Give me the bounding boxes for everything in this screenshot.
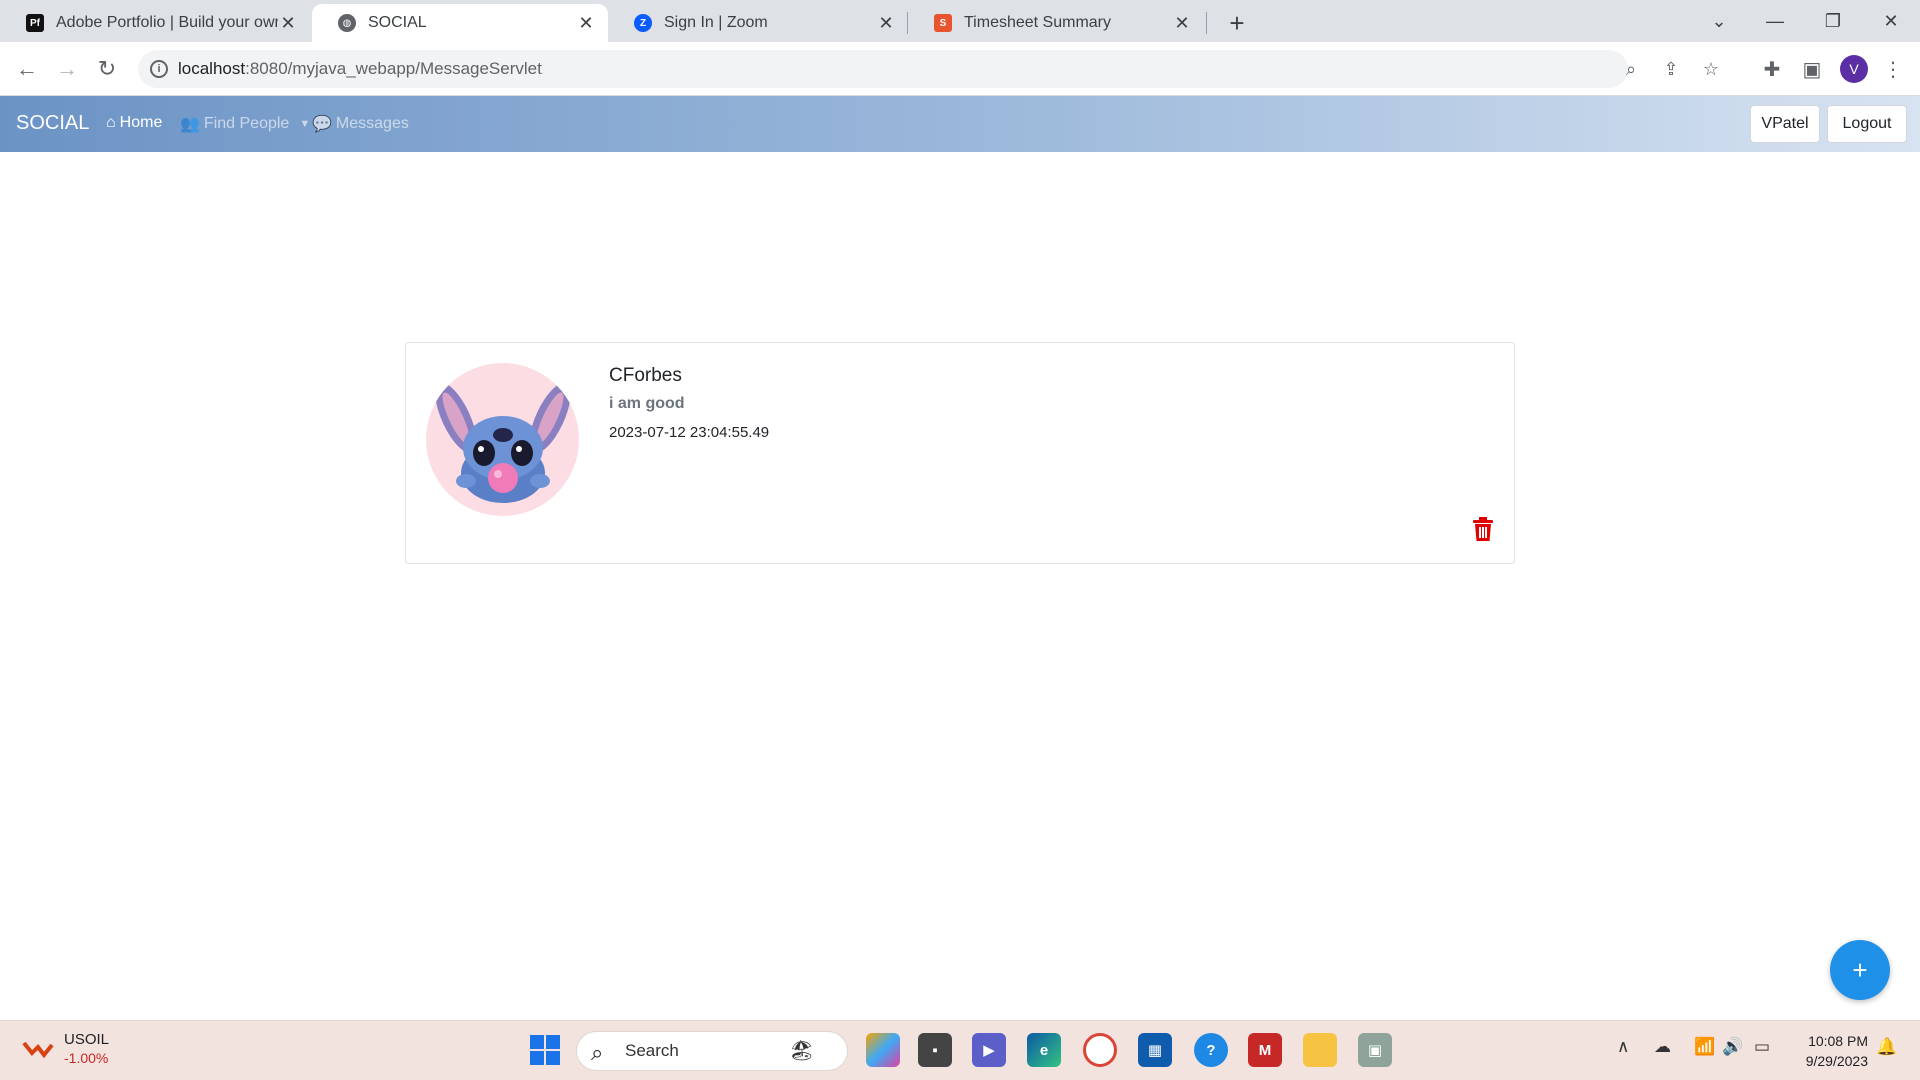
forward-icon[interactable]: → <box>52 54 82 84</box>
side-panel-icon[interactable]: ▣ <box>1797 54 1827 84</box>
url-path: :8080/myjava_webapp/MessageServlet <box>245 59 542 78</box>
mcafee-icon[interactable]: M <box>1248 1033 1282 1067</box>
add-message-button[interactable]: + <box>1830 940 1890 1000</box>
user-button[interactable]: VPatel <box>1750 105 1820 143</box>
microsoft-store-icon[interactable]: ▦ <box>1138 1033 1172 1067</box>
minimize-icon[interactable]: — <box>1750 0 1800 42</box>
back-icon[interactable]: ← <box>12 54 42 84</box>
zoom-favicon-icon: Z <box>634 14 652 32</box>
clock-date: 9/29/2023 <box>1805 1053 1868 1069</box>
url-host: localhost <box>178 59 246 78</box>
nav-find-people-label: Find People <box>203 115 290 132</box>
site-info-icon[interactable]: i <box>150 60 168 78</box>
close-window-icon[interactable]: ✕ <box>1866 0 1916 42</box>
nav-messages-label: Messages <box>335 115 409 132</box>
share-icon[interactable]: ⇪ <box>1660 58 1682 80</box>
timesheet-favicon-icon: S <box>934 14 952 32</box>
stock-widget[interactable]: USOIL -1.00% <box>22 1031 109 1067</box>
tab-title: SOCIAL <box>368 14 427 31</box>
chrome-icon[interactable] <box>1083 1033 1117 1067</box>
tab-separator <box>1206 12 1207 34</box>
close-tab-icon[interactable]: ✕ <box>876 13 896 33</box>
trash-icon[interactable] <box>1472 517 1494 541</box>
nav-messages[interactable]: 💬 Messages <box>312 114 409 134</box>
search-icon: ⌕ <box>591 1040 604 1065</box>
comments-icon: 💬 <box>312 116 332 133</box>
windows-start-icon[interactable] <box>528 1033 562 1067</box>
onedrive-cloud-icon[interactable]: ☁ <box>1654 1037 1671 1057</box>
browser-toolbar: ← → ↻ i localhost:8080/myjava_webapp/Mes… <box>0 42 1920 96</box>
tab-title: Sign In | Zoom <box>664 14 768 31</box>
taskbar-search-placeholder: Search <box>625 1041 679 1060</box>
nav-home-label: Home <box>119 114 163 131</box>
nav-find-people-dropdown[interactable]: 👥 Find People ▼ <box>180 114 310 134</box>
close-tab-icon[interactable]: ✕ <box>278 13 298 33</box>
caret-down-icon: ▼ <box>299 118 311 130</box>
adobe-portfolio-favicon-icon: Pf <box>26 14 44 32</box>
wifi-icon[interactable]: 📶 <box>1694 1037 1715 1057</box>
tab-adobe-portfolio[interactable]: Pf Adobe Portfolio | Build your own ✕ <box>0 4 310 42</box>
volume-icon[interactable]: 🔊 <box>1722 1037 1743 1057</box>
zoom-icon[interactable]: ⌕ <box>1620 58 1642 80</box>
ticker-symbol: USOIL <box>64 1031 110 1048</box>
notification-bell-icon[interactable]: 🔔 <box>1876 1037 1897 1057</box>
edge-icon[interactable]: e <box>1027 1033 1061 1067</box>
tab-search-chevron-icon[interactable]: ⌄ <box>1694 0 1744 42</box>
message-text: i am good <box>609 395 685 412</box>
windows-taskbar: USOIL -1.00% ⌕ Search 🏖 ▪ ▶ e ▦ ? M ▣ ∧ … <box>0 1020 1920 1080</box>
close-tab-icon[interactable]: ✕ <box>1172 13 1192 33</box>
tab-title: Adobe Portfolio | Build your own <box>56 14 278 31</box>
show-hidden-icons-icon[interactable]: ∧ <box>1617 1037 1629 1057</box>
message-timestamp: 2023-07-12 23:04:55.49 <box>609 424 770 441</box>
taskbar-clock[interactable]: 10:08 PM 9/29/2023 <box>1798 1031 1868 1071</box>
message-card: CForbes i am good 2023-07-12 23:04:55.49 <box>405 342 1515 564</box>
logout-button[interactable]: Logout <box>1827 105 1907 143</box>
clock-time: 10:08 PM <box>1808 1033 1868 1049</box>
avatar <box>426 363 579 516</box>
message-username[interactable]: CForbes <box>609 365 682 387</box>
tab-zoom[interactable]: Z Sign In | Zoom ✕ <box>608 4 908 42</box>
restore-icon[interactable]: ❐ <box>1808 0 1858 42</box>
stitch-avatar-image <box>435 383 571 503</box>
taskbar-search[interactable]: ⌕ Search 🏖 <box>576 1031 848 1071</box>
globe-icon: ◍ <box>338 14 356 32</box>
home-icon: ⌂ <box>106 114 116 131</box>
copilot-icon[interactable] <box>866 1033 900 1067</box>
battery-icon[interactable]: ▭ <box>1754 1037 1770 1057</box>
nav-home[interactable]: ⌂ Home <box>106 114 162 132</box>
bookmark-star-icon[interactable]: ☆ <box>1700 58 1722 80</box>
chrome-menu-icon[interactable]: ⋮ <box>1878 54 1908 84</box>
brand-logo[interactable]: SOCIAL <box>16 112 89 135</box>
tab-timesheet-summary[interactable]: S Timesheet Summary ✕ <box>908 4 1204 42</box>
address-bar[interactable]: i localhost:8080/myjava_webapp/MessageSe… <box>138 50 1719 88</box>
users-icon: 👥 <box>180 116 200 133</box>
app-navbar: SOCIAL ⌂ Home 👥 Find People ▼ 💬 Messages… <box>0 96 1920 152</box>
teams-chat-icon[interactable]: ▶ <box>972 1033 1006 1067</box>
browser-tab-strip: Pf Adobe Portfolio | Build your own ✕ ◍ … <box>0 0 1920 42</box>
ticker-change: -1.00% <box>64 1050 109 1066</box>
app-window-icon[interactable]: ▣ <box>1358 1033 1392 1067</box>
oil-trend-icon <box>22 1041 54 1059</box>
new-tab-icon[interactable]: + <box>1222 8 1252 38</box>
search-highlight-icon: 🏖 <box>789 1040 815 1062</box>
get-help-icon[interactable]: ? <box>1194 1033 1228 1067</box>
profile-avatar[interactable]: V <box>1840 55 1868 83</box>
close-tab-icon[interactable]: ✕ <box>576 13 596 33</box>
tab-title: Timesheet Summary <box>964 14 1111 31</box>
file-explorer-icon[interactable] <box>1303 1033 1337 1067</box>
extensions-icon[interactable]: ✚ <box>1757 54 1787 84</box>
task-view-icon[interactable]: ▪ <box>918 1033 952 1067</box>
reload-icon[interactable]: ↻ <box>92 54 122 84</box>
tab-social[interactable]: ◍ SOCIAL ✕ <box>312 4 608 42</box>
